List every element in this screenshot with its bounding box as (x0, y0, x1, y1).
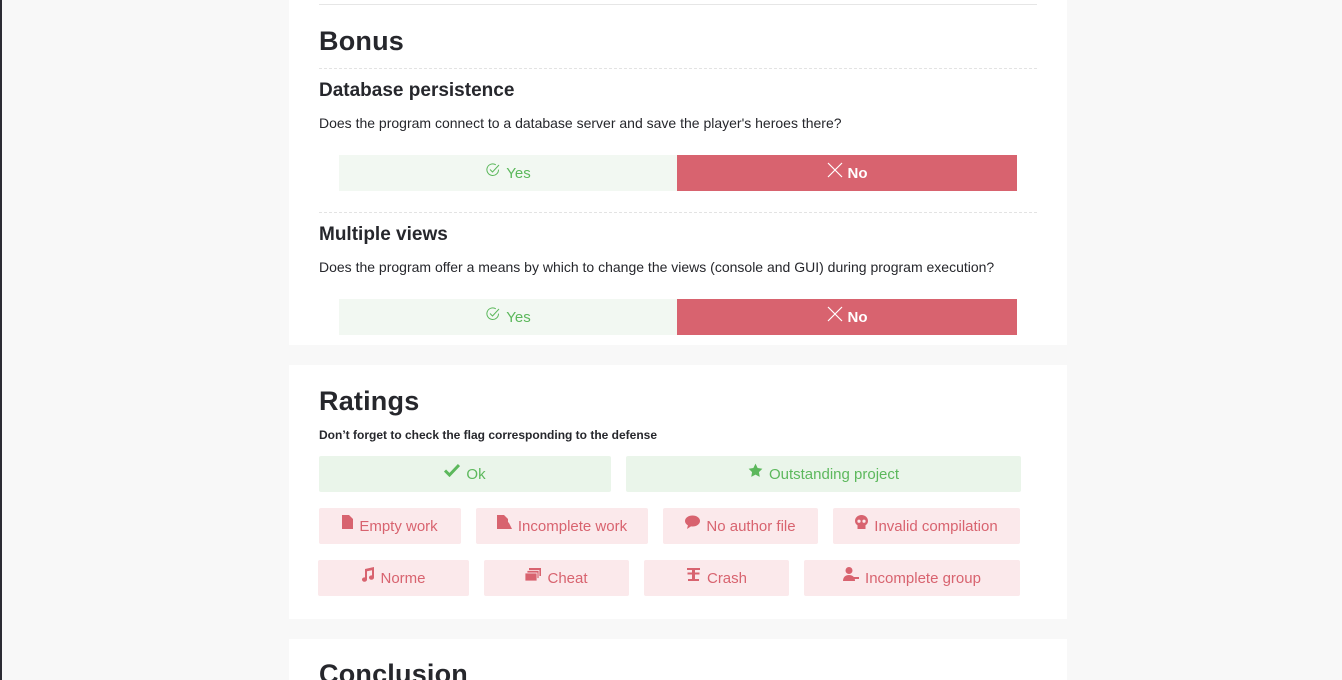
check-circle-icon (485, 162, 501, 178)
bonus-section: Bonus Database persistence Does the prog… (289, 0, 1067, 345)
flag-label: No author file (706, 517, 796, 535)
section-divider (319, 68, 1037, 69)
flag-norme-button[interactable]: Norme (318, 560, 469, 596)
flag-label: Outstanding project (768, 465, 900, 483)
flag-label: Crash (706, 569, 747, 587)
music-note-icon (361, 566, 375, 586)
no-label: No (847, 164, 868, 182)
ratings-title: Ratings (319, 386, 420, 416)
conclusion-title: Conclusion (319, 659, 468, 680)
yes-label: Yes (506, 308, 531, 326)
section-divider (319, 212, 1037, 213)
flag-label: Incomplete work (517, 517, 628, 535)
question-title-database-persistence: Database persistence (319, 80, 515, 101)
skull-icon (855, 515, 869, 533)
window-left-edge (0, 0, 2, 680)
flag-incomplete-group-button[interactable]: Incomplete group (804, 560, 1020, 596)
flag-outstanding-project-button[interactable]: Outstanding project (626, 456, 1021, 492)
yes-label: Yes (506, 164, 531, 182)
check-icon (444, 463, 461, 481)
question-title-multiple-views: Multiple views (319, 224, 448, 245)
yes-no-toggle-database-persistence: Yes No (339, 155, 1017, 191)
speech-bubble-icon (685, 515, 701, 533)
flag-invalid-compilation-button[interactable]: Invalid compilation (833, 508, 1020, 544)
close-icon (827, 162, 843, 178)
flag-no-author-file-button[interactable]: No author file (663, 508, 818, 544)
star-icon (748, 463, 763, 482)
yes-no-toggle-multiple-views: Yes No (339, 299, 1017, 335)
question-description: Does the program offer a means by which … (319, 259, 995, 275)
explosion-icon (686, 567, 701, 585)
no-label: No (847, 308, 868, 326)
incomplete-file-icon (496, 515, 512, 533)
flag-cheat-button[interactable]: Cheat (484, 560, 629, 596)
file-icon (342, 515, 354, 533)
flag-ok-button[interactable]: Ok (319, 456, 611, 492)
no-button-selected[interactable]: No (677, 299, 1017, 335)
flag-label: Invalid compilation (874, 517, 998, 535)
flag-incomplete-work-button[interactable]: Incomplete work (476, 508, 648, 544)
ratings-section: Ratings Don’t forget to check the flag c… (289, 365, 1067, 619)
flag-empty-work-button[interactable]: Empty work (319, 508, 461, 544)
question-description: Does the program connect to a database s… (319, 115, 842, 131)
flag-label: Norme (380, 569, 426, 587)
cards-icon (525, 567, 542, 585)
flag-crash-button[interactable]: Crash (644, 560, 789, 596)
close-icon (827, 306, 843, 322)
bonus-title: Bonus (319, 26, 404, 56)
yes-button[interactable]: Yes (339, 299, 677, 335)
ratings-note: Don’t forget to check the flag correspon… (319, 428, 658, 442)
yes-button[interactable]: Yes (339, 155, 677, 191)
flag-label: Incomplete group (865, 569, 981, 587)
check-circle-icon (485, 306, 501, 322)
flag-label: Cheat (547, 569, 588, 587)
conclusion-section: Conclusion (289, 639, 1067, 680)
flag-label: Empty work (359, 517, 438, 535)
flag-label: Ok (466, 465, 486, 483)
section-divider (319, 4, 1037, 5)
user-icon (843, 566, 860, 586)
no-button-selected[interactable]: No (677, 155, 1017, 191)
